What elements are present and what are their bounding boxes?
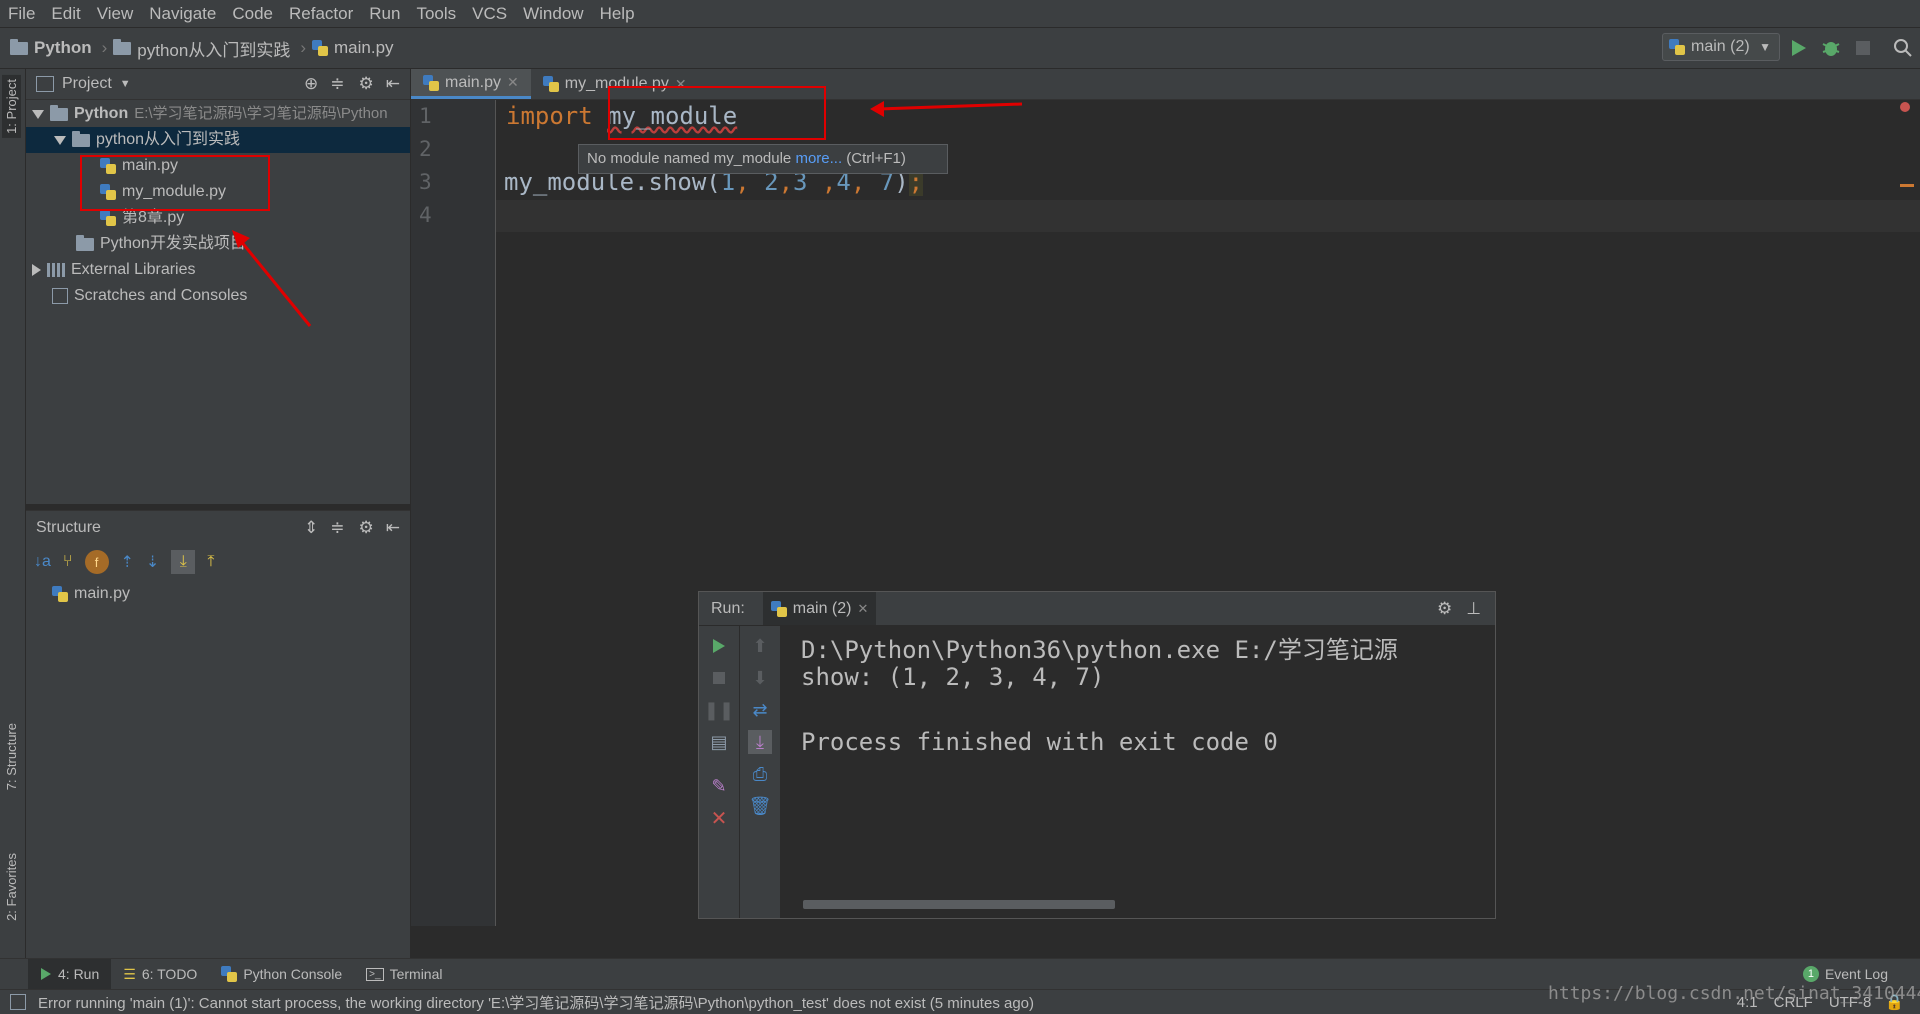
run-tab[interactable]: main (2) ✕ [762,592,877,625]
python-icon [221,966,238,982]
horizontal-scrollbar[interactable] [803,900,1115,909]
annotation-arrow-tree [238,239,312,327]
print-icon[interactable]: ⎙ [748,762,772,786]
tab-terminal[interactable]: >_ Terminal [354,959,454,989]
stop-button[interactable] [707,666,731,690]
soft-wrap-icon[interactable]: ⇄ [748,698,772,722]
status-message[interactable]: Error running 'main (1)': Cannot start p… [38,992,1034,1013]
annotation-arrow-editor [877,102,1023,111]
layout-icon[interactable]: ▤ [707,730,731,754]
tab-event-log-label: Event Log [1824,966,1888,982]
run-icon [713,639,725,653]
scroll-to-end-icon[interactable]: ⤓ [748,730,772,754]
minimize-icon[interactable]: ⊥ [1466,599,1481,619]
event-log-icon: 1 [1802,966,1819,982]
todo-icon: ☰ [123,965,136,982]
terminal-icon: >_ [366,967,384,981]
run-label: Run: [711,599,745,617]
pause-icon[interactable]: ❚❚ [704,698,734,722]
run-toolbar-secondary: ⬆ ⬇ ⇄ ⤓ ⎙ 🗑 [740,626,781,918]
pin-icon[interactable]: ✎ [707,774,731,798]
tab-python-console[interactable]: Python Console [209,959,354,989]
run-window: Run: main (2) ✕ ⚙ ⊥ ❚❚ ▤ ✎ ✕ ⬆ ⬇ ⇄ ⤓ ⎙ 🗑… [698,591,1496,919]
tool-windows-icon[interactable] [10,994,26,1010]
tab-run[interactable]: 4: Run [28,959,112,989]
run-icon [41,968,51,980]
stop-icon [713,672,725,684]
rerun-button[interactable] [707,634,731,658]
tab-todo[interactable]: ☰ 6: TODO [111,959,209,989]
tab-terminal-label: Terminal [389,966,443,982]
arrowhead-icon [232,230,250,248]
run-toolbar-primary: ❚❚ ▤ ✎ ✕ [699,626,740,918]
tab-python-console-label: Python Console [243,966,343,982]
gear-icon[interactable]: ⚙ [1437,599,1452,619]
trash-icon[interactable]: 🗑 [748,794,772,818]
close-icon[interactable]: ✕ [857,601,868,617]
run-window-header: Run: main (2) ✕ ⚙ ⊥ [699,592,1495,626]
console-line: Process finished with exit code 0 [801,728,1278,756]
arrow-down-icon[interactable]: ⬇ [748,666,772,690]
console-line: show: (1, 2, 3, 4, 7) [801,663,1105,691]
console-output[interactable]: D:\Python\Python36\python.exe E:/学习笔记源 s… [781,626,1493,906]
tab-run-label: 4: Run [58,966,100,982]
arrowhead-icon [870,101,884,117]
run-tab-label: main (2) [792,599,852,617]
arrow-up-icon[interactable]: ⬆ [748,634,772,658]
watermark: https://blog.csdn.net/sinat_34104446 [1548,983,1920,1004]
close-run-icon[interactable]: ✕ [707,806,731,830]
tab-todo-label: 6: TODO [141,966,198,982]
python-icon [770,600,787,617]
console-line: D:\Python\Python36\python.exe E:/学习笔记源 [801,636,1398,664]
